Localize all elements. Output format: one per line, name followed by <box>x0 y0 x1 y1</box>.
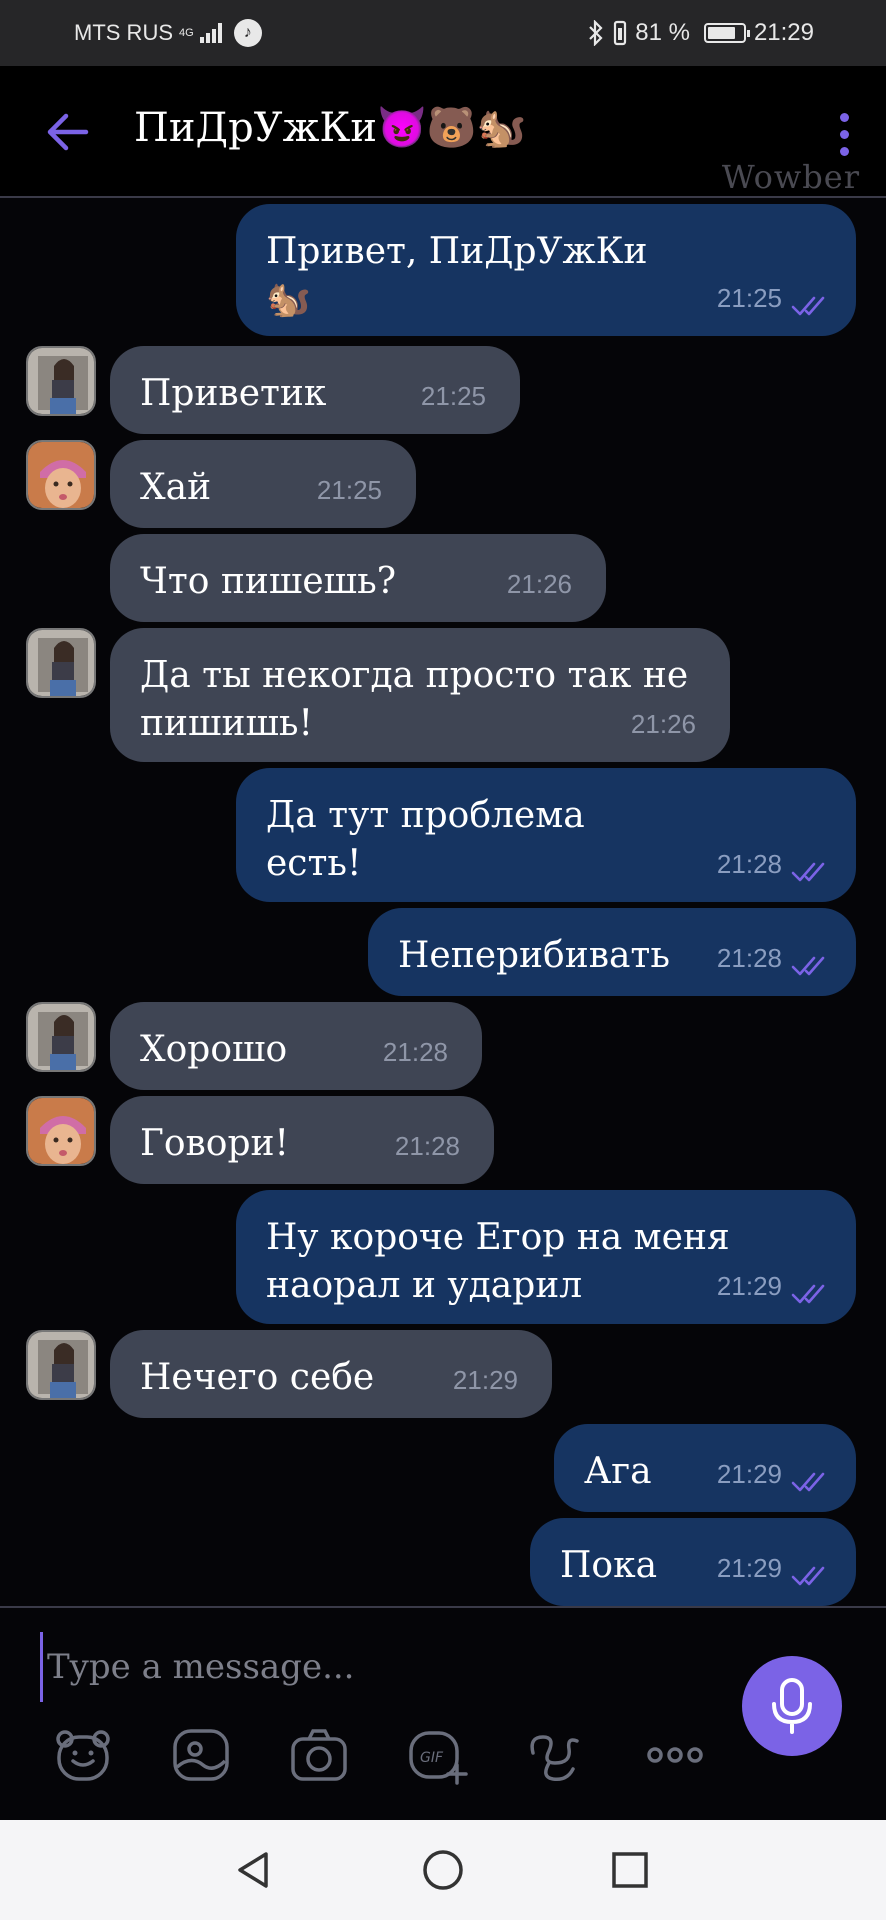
gallery-icon[interactable] <box>166 1720 236 1790</box>
message-bubble-outgoing[interactable]: Привет, ПиДрУжКи 🐿️ 21:25 <box>236 204 856 336</box>
message-time: 21:25 <box>716 283 782 313</box>
message-text: Пока <box>560 1545 658 1586</box>
double-check-icon <box>791 1566 825 1586</box>
network-type: 4G <box>179 27 194 39</box>
vibrate-icon <box>614 20 627 46</box>
message-time: 21:25 <box>316 475 382 505</box>
chat-header: ПиДрУжКи😈🐻🐿️ Wowber <box>0 66 886 198</box>
signal-icon <box>199 23 222 43</box>
message-list[interactable]: Привет, ПиДрУжКи 🐿️ 21:25 Приветик 21:25… <box>0 200 886 1606</box>
system-nav-bar <box>0 1820 886 1920</box>
message-time: 21:29 <box>716 1271 782 1301</box>
avatar[interactable] <box>26 440 96 510</box>
double-check-icon <box>791 862 825 882</box>
battery-percent: 81 % <box>635 19 690 46</box>
doodle-icon[interactable] <box>520 1720 590 1790</box>
message-time: 21:29 <box>452 1365 518 1395</box>
avatar[interactable] <box>26 1096 96 1166</box>
status-bar-left: MTS RUS 4G ♪ <box>74 19 262 47</box>
status-bar: MTS RUS 4G ♪ 81 % 21:29 <box>0 0 886 66</box>
avatar[interactable] <box>26 1330 96 1400</box>
double-check-icon <box>791 1284 825 1304</box>
message-time: 21:29 <box>716 1553 782 1583</box>
message-bubble-outgoing[interactable]: Неперибивать 21:28 <box>368 908 856 996</box>
message-bubble-incoming[interactable]: Нечего себе 21:29 <box>110 1330 552 1418</box>
message-bubble-outgoing[interactable]: Ага 21:29 <box>554 1424 856 1512</box>
camera-icon[interactable] <box>284 1720 354 1790</box>
message-time: 21:26 <box>630 709 696 739</box>
svg-text:GIF: GIF <box>420 1750 444 1766</box>
sticker-bear-icon[interactable] <box>48 1720 118 1790</box>
message-bubble-incoming[interactable]: Приветик 21:25 <box>110 346 520 434</box>
more-vert-icon[interactable] <box>824 106 864 162</box>
carrier-name: MTS RUS <box>74 20 173 45</box>
gif-icon[interactable]: GIF <box>402 1720 472 1790</box>
message-bubble-outgoing[interactable]: Пока 21:29 <box>530 1518 856 1606</box>
nav-back-icon[interactable] <box>226 1842 282 1898</box>
back-arrow-icon <box>47 113 89 151</box>
message-text: Да ты некогда просто так не пишишь! <box>140 655 689 744</box>
status-bar-right: 81 % 21:29 <box>587 19 814 47</box>
nav-home-icon[interactable] <box>415 1842 471 1898</box>
clock: 21:29 <box>753 19 814 46</box>
message-bubble-incoming[interactable]: Что пишешь? 21:26 <box>110 534 606 622</box>
message-time: 21:29 <box>716 1459 782 1489</box>
message-composer: GIF <box>0 1606 886 1820</box>
double-check-icon <box>791 956 825 976</box>
message-bubble-outgoing[interactable]: Ну короче Егор на меня наорал и ударил 2… <box>236 1190 856 1324</box>
message-time: 21:28 <box>382 1037 448 1067</box>
microphone-icon <box>772 1678 812 1734</box>
message-input[interactable] <box>40 1632 720 1702</box>
watermark: Wowber <box>721 158 860 196</box>
message-time: 21:26 <box>506 569 572 599</box>
bluetooth-icon <box>589 20 603 46</box>
more-horizontal-icon[interactable] <box>640 1720 710 1790</box>
back-button[interactable] <box>40 104 96 160</box>
message-bubble-incoming[interactable]: Да ты некогда просто так не пишишь! 21:2… <box>110 628 730 762</box>
message-time: 21:25 <box>420 381 486 411</box>
message-bubble-incoming[interactable]: Хай 21:25 <box>110 440 416 528</box>
message-time: 21:28 <box>716 849 782 879</box>
message-bubble-incoming[interactable]: Говори! 21:28 <box>110 1096 494 1184</box>
message-bubble-incoming[interactable]: Хорошо 21:28 <box>110 1002 482 1090</box>
battery-level-fill <box>707 27 736 39</box>
avatar[interactable] <box>26 628 96 698</box>
double-check-icon <box>791 1472 825 1492</box>
double-check-icon <box>791 296 825 316</box>
battery-icon <box>703 23 750 43</box>
chat-title[interactable]: ПиДрУжКи😈🐻🐿️ <box>134 104 526 151</box>
avatar[interactable] <box>26 346 96 416</box>
nav-recents-icon[interactable] <box>602 1842 658 1898</box>
microphone-button[interactable] <box>742 1656 842 1756</box>
message-time: 21:28 <box>394 1131 460 1161</box>
avatar[interactable] <box>26 1002 96 1072</box>
message-bubble-outgoing[interactable]: Да тут проблема есть! 21:28 <box>236 768 856 902</box>
tiktok-icon: ♪ <box>233 19 262 47</box>
message-time: 21:28 <box>716 943 782 973</box>
